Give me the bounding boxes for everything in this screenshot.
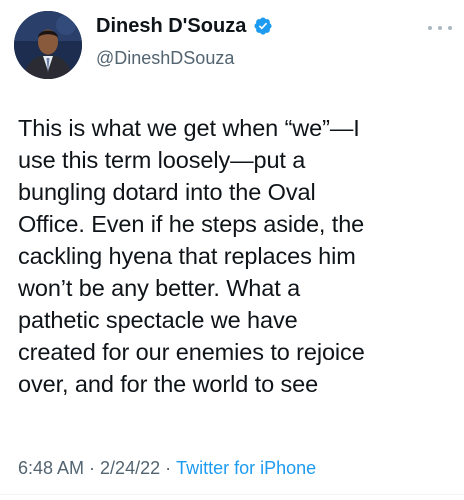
tweet-text-line: use this term loosely—put a [18,147,306,173]
tweet-text-line: cackling hyena that replaces him [18,243,356,269]
tweet-time[interactable]: 6:48 AM [18,456,84,480]
tweet-text-line: won’t be any better. What a [18,275,301,301]
tweet-date[interactable]: 2/24/22 [100,456,160,480]
tweet-header: Dinesh D'Souza @DineshDSouza [0,0,464,90]
tweet-text-line: Office. Even if he steps aside, the [18,211,365,237]
tweet-text-line: created for our enemies to rejoice [18,339,365,365]
tweet-text: This is what we get when “we”—I use this… [18,112,454,400]
author-handle[interactable]: @DineshDSouza [96,47,234,69]
divider [0,494,464,495]
tweet-text-line: over, and for the world to see [18,371,319,397]
tweet-card: Dinesh D'Souza @DineshDSouza This is wha… [0,0,464,500]
tweet-source-link[interactable]: Twitter for iPhone [176,456,316,480]
tweet-text-line: pathetic spectacle we have [18,307,298,333]
avatar[interactable] [14,11,82,79]
tweet-text-line: This is what we get when “we”—I [18,115,360,141]
tweet-text-line: bungling dotard into the Oval [18,179,316,205]
more-options-icon[interactable] [428,20,452,36]
tweet-metadata: 6:48 AM · 2/24/22 · Twitter for iPhone [18,456,316,480]
meta-separator: · [89,458,96,478]
author-display-name[interactable]: Dinesh D'Souza [96,14,246,38]
author-name-row: Dinesh D'Souza [96,14,273,38]
verified-badge-icon [253,16,273,36]
meta-separator: · [165,458,172,478]
